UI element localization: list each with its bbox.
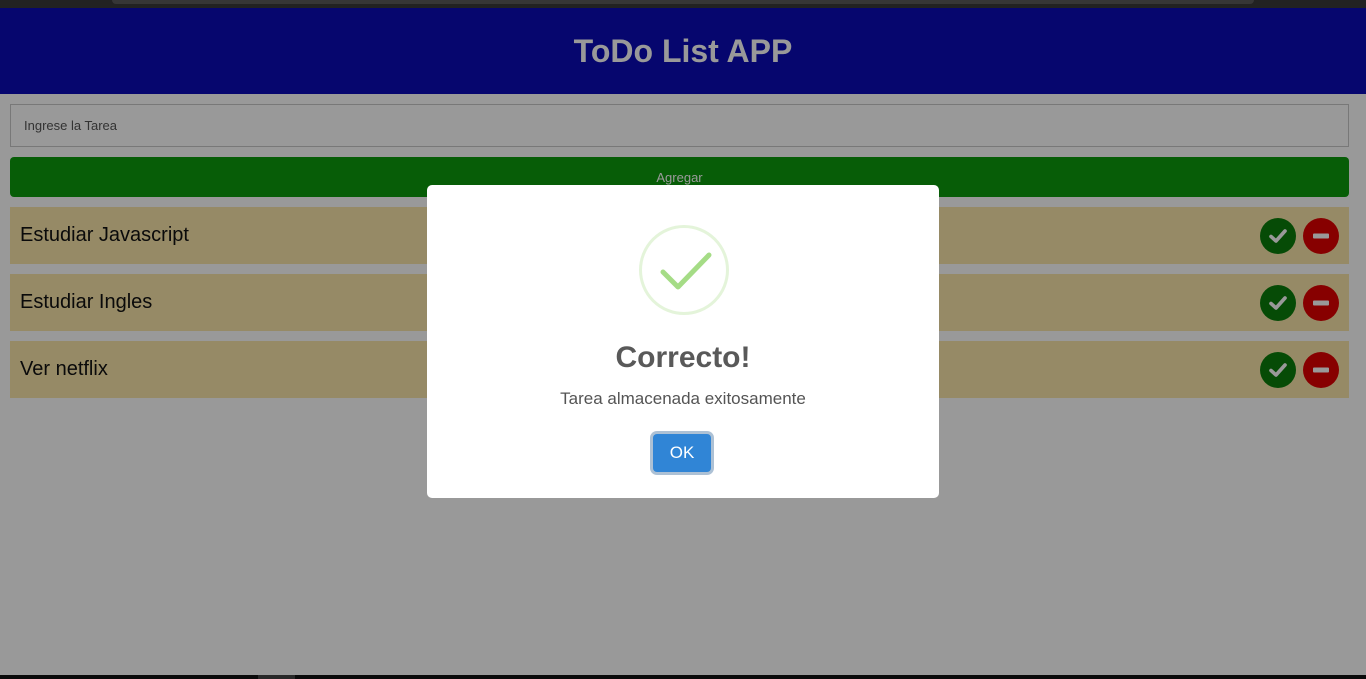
dialog-title: Correcto! [615,341,751,374]
modal-backdrop[interactable]: Correcto! Tarea almacenada exitosamente … [0,0,1366,679]
success-check-icon [639,225,729,315]
dialog-message: Tarea almacenada exitosamente [560,389,806,408]
ok-button[interactable]: OK [653,434,711,472]
success-dialog: Correcto! Tarea almacenada exitosamente … [427,185,939,498]
